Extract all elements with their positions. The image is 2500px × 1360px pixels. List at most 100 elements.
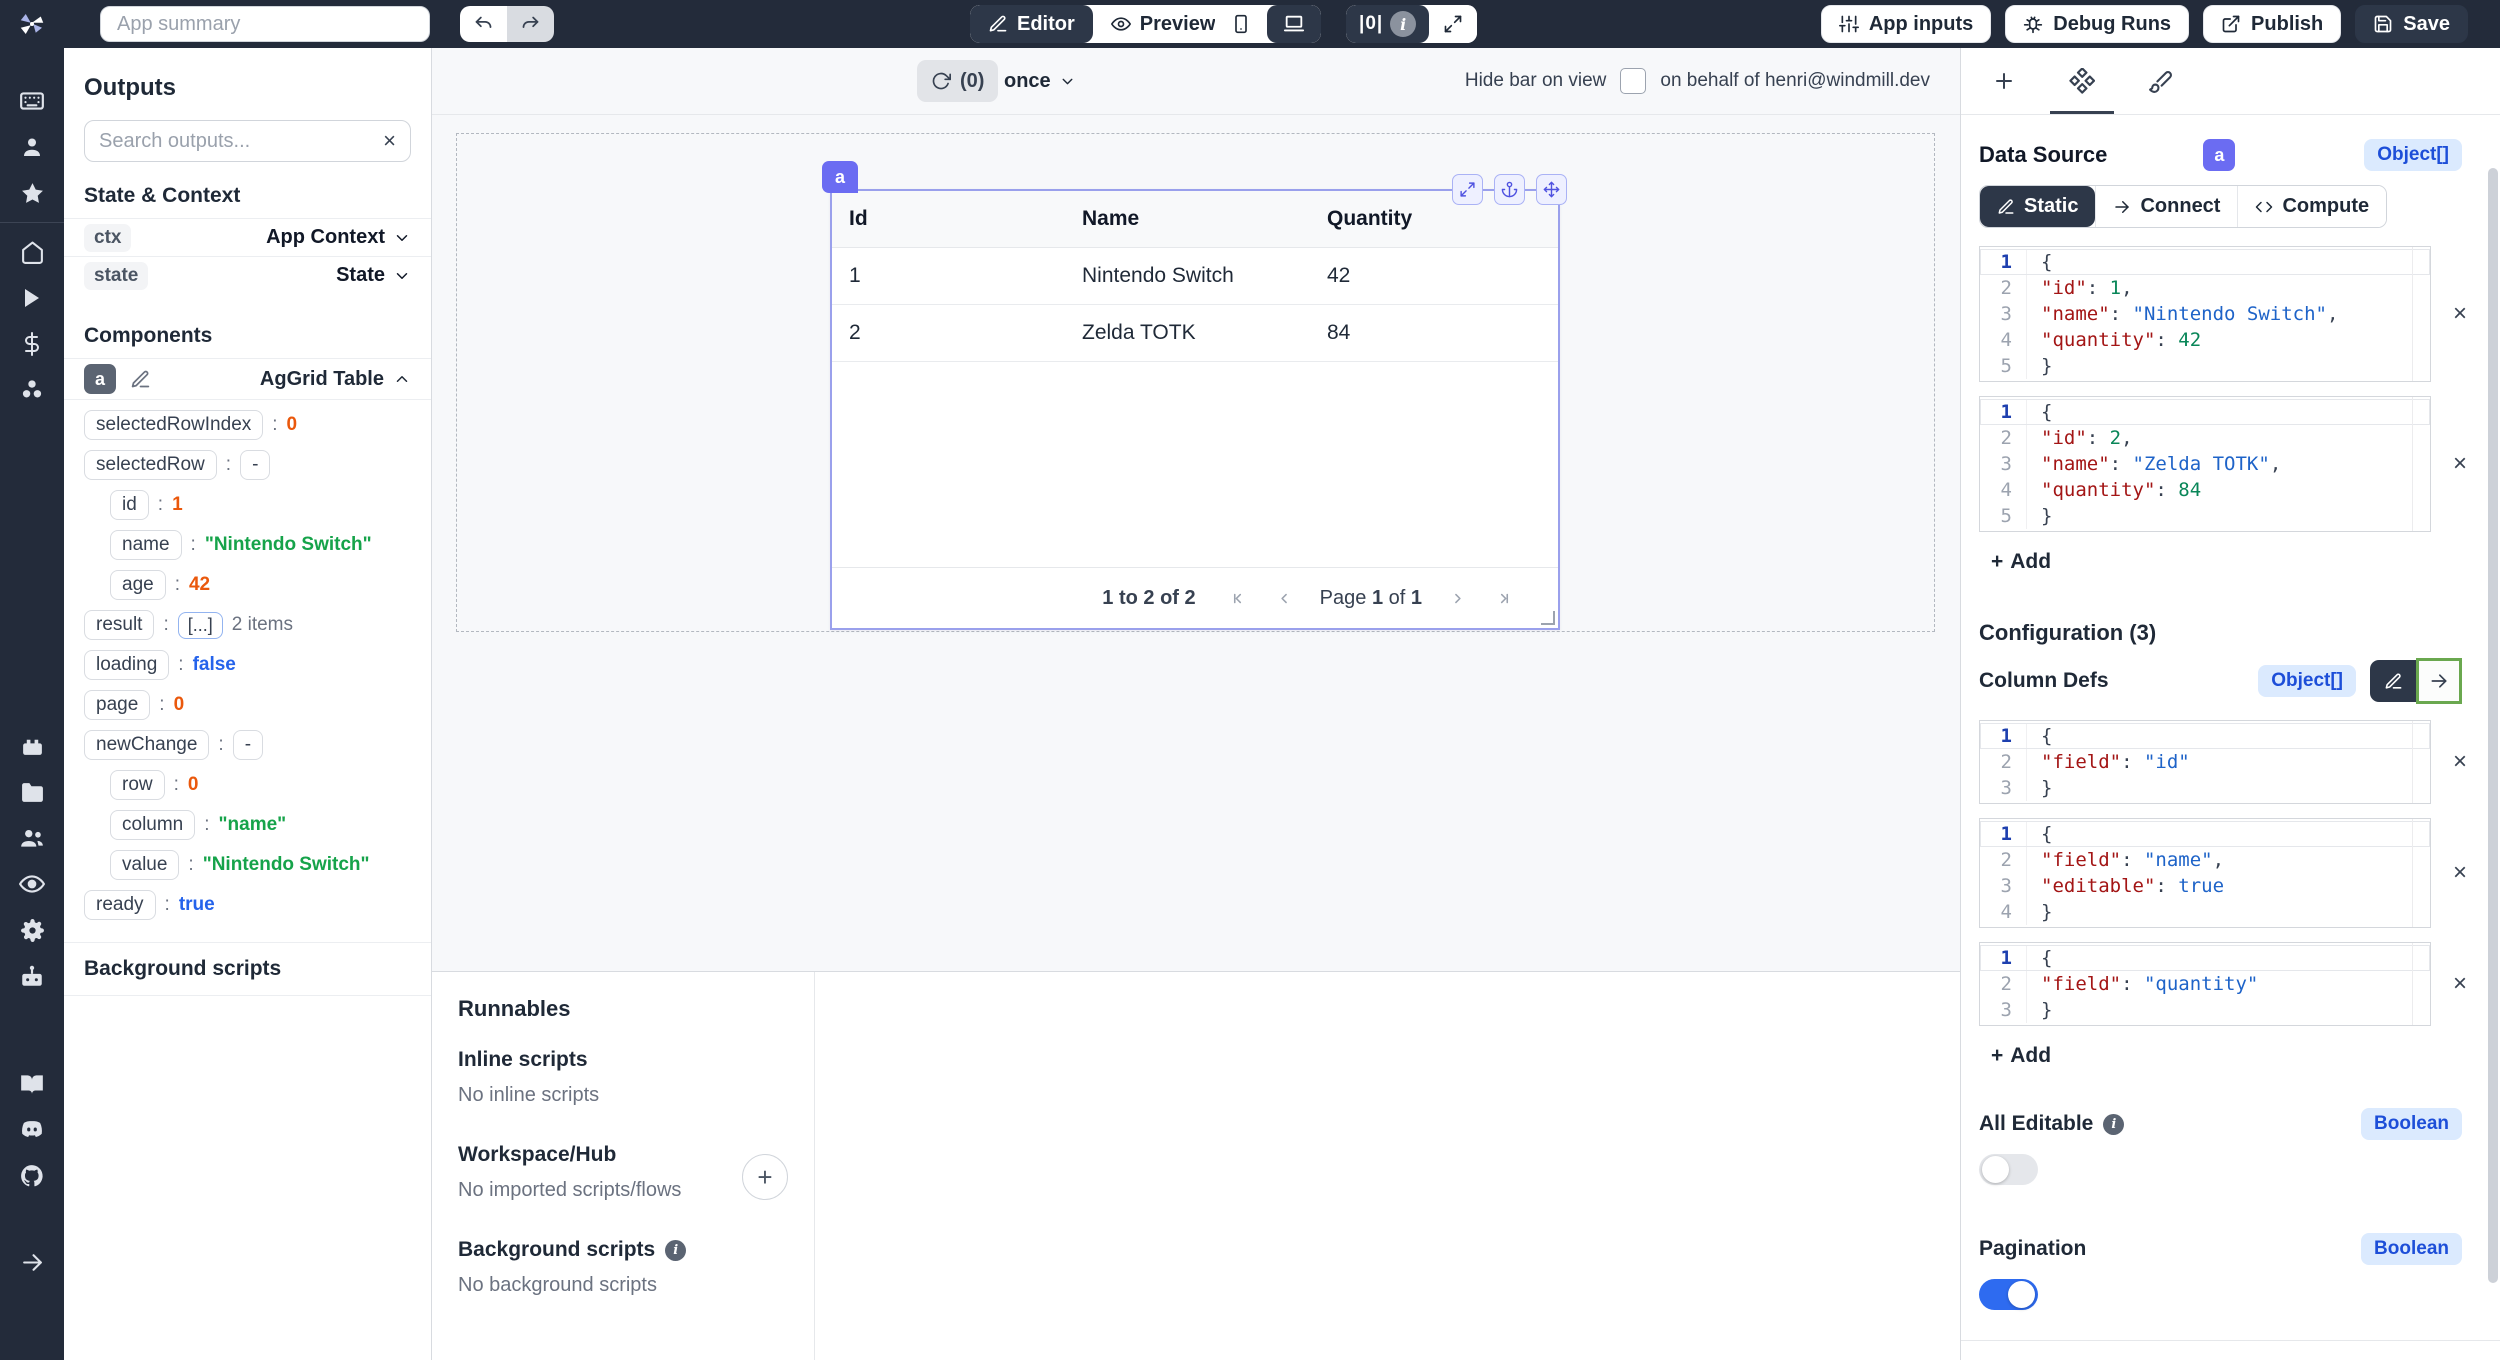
add-background-script-button[interactable]: + bbox=[742, 1154, 788, 1200]
output-row-column[interactable]: column:"name" bbox=[84, 810, 411, 840]
component-outputs-header[interactable]: a AgGrid Table bbox=[64, 358, 431, 400]
edit-static-button[interactable] bbox=[2370, 660, 2416, 702]
aggrid-table-component[interactable]: a Id Name Quantity bbox=[830, 189, 1560, 630]
save-button[interactable]: Save bbox=[2355, 5, 2468, 43]
remove-entry-button[interactable]: × bbox=[2453, 300, 2467, 328]
pencil-icon[interactable] bbox=[130, 369, 151, 390]
json-editor-content[interactable]: 1{2"field": "id"3} bbox=[1979, 720, 2431, 804]
output-row-row[interactable]: row:0 bbox=[84, 770, 411, 800]
cell-name[interactable]: Nintendo Switch bbox=[1082, 264, 1327, 288]
output-row-ready[interactable]: ready:true bbox=[84, 890, 411, 920]
table-row[interactable]: 1 Nintendo Switch 42 bbox=[832, 248, 1558, 305]
windmill-logo-icon[interactable] bbox=[0, 9, 64, 39]
column-header-quantity[interactable]: Quantity bbox=[1327, 207, 1558, 231]
preview-tab[interactable]: Preview bbox=[1093, 5, 1234, 43]
remove-entry-button[interactable]: × bbox=[2453, 859, 2467, 887]
anchor-component-button[interactable] bbox=[1494, 174, 1525, 205]
connect-arrow-button[interactable] bbox=[2416, 658, 2462, 704]
chevron-up-icon[interactable] bbox=[393, 370, 411, 388]
remove-entry-button[interactable]: × bbox=[2453, 748, 2467, 776]
sidebar-item-workers[interactable] bbox=[0, 953, 64, 999]
sidebar-item-github[interactable] bbox=[0, 1153, 64, 1199]
output-row-result[interactable]: result:[...]2 items bbox=[84, 610, 411, 640]
chevron-down-icon[interactable] bbox=[393, 267, 411, 285]
add-column-def-button[interactable]: +Add bbox=[1991, 1044, 2051, 1068]
json-editor-content[interactable]: 1{2"field": "quantity"3} bbox=[1979, 942, 2431, 1026]
expand-component-button[interactable] bbox=[1452, 174, 1483, 205]
debug-runs-button[interactable]: Debug Runs bbox=[2005, 5, 2189, 43]
json-editor-content[interactable]: 1{2"field": "name",3"editable": true4} bbox=[1979, 818, 2431, 928]
table-row[interactable]: 2 Zelda TOTK 84 bbox=[832, 305, 1558, 362]
sidebar-item-home[interactable] bbox=[0, 229, 64, 275]
refresh-button[interactable]: (0) bbox=[917, 60, 998, 102]
editor-tab[interactable]: Editor bbox=[970, 5, 1093, 43]
output-row-loading[interactable]: loading:false bbox=[84, 650, 411, 680]
hide-panels-button[interactable]: |0| i bbox=[1346, 5, 1429, 43]
output-row-page[interactable]: page:0 bbox=[84, 690, 411, 720]
app-inputs-button[interactable]: App inputs bbox=[1821, 5, 1991, 43]
add-data-row-button[interactable]: +Add bbox=[1991, 550, 2051, 574]
connect-tab[interactable]: Connect bbox=[2095, 186, 2237, 227]
scrollbar[interactable] bbox=[2488, 168, 2498, 1283]
compute-tab[interactable]: Compute bbox=[2237, 186, 2386, 227]
last-page-button[interactable] bbox=[1493, 589, 1512, 608]
static-tab[interactable]: Static bbox=[1980, 186, 2095, 227]
app-summary-input[interactable] bbox=[100, 6, 430, 42]
pagination-toggle[interactable] bbox=[1979, 1279, 2038, 1310]
sidebar-item-apps[interactable] bbox=[0, 78, 64, 124]
output-row-age[interactable]: age:42 bbox=[84, 570, 411, 600]
component-settings-tab[interactable] bbox=[2059, 48, 2105, 114]
sidebar-item-groups[interactable] bbox=[0, 815, 64, 861]
output-row-id[interactable]: id:1 bbox=[84, 490, 411, 520]
mobile-view-button[interactable] bbox=[1215, 5, 1267, 43]
clear-search-button[interactable]: × bbox=[383, 130, 396, 152]
cell-name[interactable]: Zelda TOTK bbox=[1082, 321, 1327, 345]
cell-quantity[interactable]: 84 bbox=[1327, 321, 1558, 345]
output-row-selectedRowIndex[interactable]: selectedRowIndex:0 bbox=[84, 410, 411, 440]
first-page-button[interactable] bbox=[1230, 589, 1249, 608]
sidebar-item-schedules[interactable] bbox=[0, 723, 64, 769]
sidebar-item-docs[interactable] bbox=[0, 1061, 64, 1107]
fullscreen-button[interactable] bbox=[1429, 5, 1477, 43]
remove-entry-button[interactable]: × bbox=[2453, 450, 2467, 478]
move-component-button[interactable] bbox=[1536, 174, 1567, 205]
sidebar-item-settings[interactable] bbox=[0, 907, 64, 953]
remove-entry-button[interactable]: × bbox=[2453, 970, 2467, 998]
next-page-button[interactable] bbox=[1448, 589, 1467, 608]
desktop-view-button[interactable] bbox=[1267, 5, 1321, 43]
cell-id[interactable]: 2 bbox=[832, 321, 1082, 345]
resize-handle[interactable] bbox=[1541, 611, 1555, 625]
sidebar-item-audit[interactable] bbox=[0, 861, 64, 907]
ctx-row[interactable]: ctx App Context bbox=[64, 218, 431, 256]
run-mode-dropdown[interactable]: once bbox=[1004, 70, 1076, 93]
output-row-value[interactable]: value:"Nintendo Switch" bbox=[84, 850, 411, 880]
sidebar-item-discord[interactable] bbox=[0, 1107, 64, 1153]
sidebar-item-runs[interactable] bbox=[0, 275, 64, 321]
cell-id[interactable]: 1 bbox=[832, 264, 1082, 288]
all-editable-toggle[interactable] bbox=[1979, 1154, 2038, 1185]
insert-component-tab[interactable] bbox=[1981, 48, 2027, 114]
search-outputs-input[interactable] bbox=[99, 130, 383, 153]
publish-button[interactable]: Publish bbox=[2203, 5, 2341, 43]
cell-quantity[interactable]: 42 bbox=[1327, 264, 1558, 288]
column-header-name[interactable]: Name bbox=[1082, 207, 1327, 231]
sidebar-item-favorites[interactable] bbox=[0, 170, 64, 216]
prev-page-button[interactable] bbox=[1275, 589, 1294, 608]
state-row[interactable]: state State bbox=[64, 256, 431, 294]
sidebar-item-user[interactable] bbox=[0, 124, 64, 170]
sidebar-item-variables[interactable] bbox=[0, 321, 64, 367]
output-row-name[interactable]: name:"Nintendo Switch" bbox=[84, 530, 411, 560]
json-editor-content[interactable]: 1{2"id": 1,3"name": "Nintendo Switch",4"… bbox=[1979, 246, 2431, 382]
redo-button[interactable] bbox=[507, 6, 554, 42]
json-editor-content[interactable]: 1{2"id": 2,3"name": "Zelda TOTK",4"quant… bbox=[1979, 396, 2431, 532]
styling-tab[interactable] bbox=[2137, 48, 2183, 114]
hide-bar-checkbox[interactable] bbox=[1620, 68, 1646, 94]
output-row-newChange[interactable]: newChange:- bbox=[84, 730, 411, 760]
column-header-id[interactable]: Id bbox=[832, 207, 1082, 231]
sidebar-item-resources[interactable] bbox=[0, 367, 64, 413]
output-row-selectedRow[interactable]: selectedRow:- bbox=[84, 450, 411, 480]
undo-button[interactable] bbox=[460, 6, 507, 42]
app-canvas[interactable]: a Id Name Quantity bbox=[432, 115, 1960, 971]
sidebar-item-folders[interactable] bbox=[0, 769, 64, 815]
chevron-down-icon[interactable] bbox=[393, 229, 411, 247]
